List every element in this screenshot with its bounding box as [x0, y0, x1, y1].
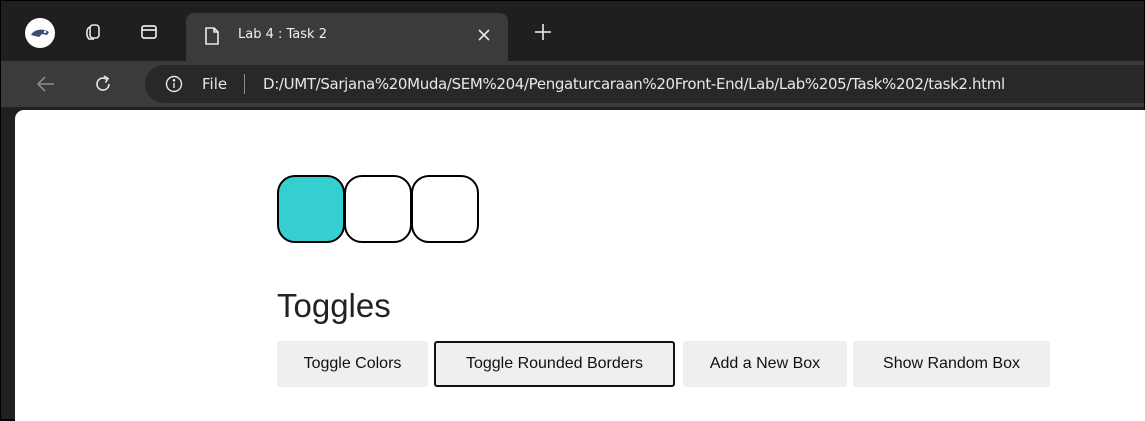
tab-active[interactable]: Lab 4 : Task 2 — [186, 13, 508, 61]
address-bar[interactable]: File D:/UMT/Sarjana%20Muda/SEM%204/Penga… — [145, 65, 1144, 103]
close-tab-icon[interactable] — [472, 23, 496, 47]
toggle-rounded-borders-button[interactable]: Toggle Rounded Borders — [434, 341, 675, 387]
new-tab-icon[interactable] — [529, 18, 557, 46]
profile-icon — [31, 29, 49, 37]
box-2 — [344, 175, 412, 243]
tab-strip: Lab 4 : Task 2 — [1, 1, 1144, 61]
toggle-colors-button[interactable]: Toggle Colors — [277, 341, 428, 387]
tab-title: Lab 4 : Task 2 — [238, 27, 327, 42]
box-3 — [411, 175, 479, 243]
refresh-icon[interactable] — [89, 70, 117, 98]
info-icon[interactable] — [165, 75, 183, 93]
box-1 — [277, 175, 345, 243]
collections-icon[interactable] — [79, 18, 107, 46]
tab-actions-icon[interactable] — [135, 18, 163, 46]
browser-toolbar: File D:/UMT/Sarjana%20Muda/SEM%204/Penga… — [1, 61, 1144, 107]
browser-window: Lab 4 : Task 2 File D:/UMT/Sarjana%20Mud… — [0, 0, 1145, 421]
page-content: Toggles Toggle Colors Toggle Rounded Bor… — [15, 110, 1145, 421]
page-icon — [205, 27, 219, 45]
profile-avatar[interactable] — [25, 18, 55, 48]
scheme-label: File — [202, 75, 228, 93]
page-heading: Toggles — [277, 287, 391, 324]
back-icon[interactable] — [32, 70, 60, 98]
address-separator — [244, 74, 245, 94]
url-text[interactable]: D:/UMT/Sarjana%20Muda/SEM%204/Pengaturca… — [263, 75, 1005, 93]
show-random-box-button[interactable]: Show Random Box — [853, 341, 1050, 387]
add-new-box-button[interactable]: Add a New Box — [683, 341, 847, 387]
